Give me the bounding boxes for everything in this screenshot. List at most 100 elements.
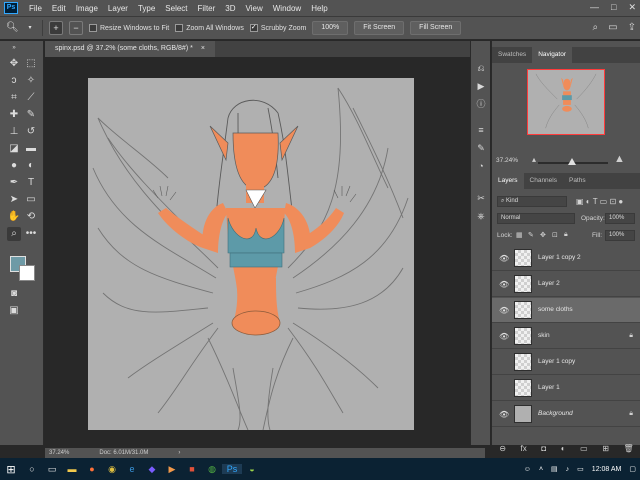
people-icon[interactable]: ☺ [524,466,531,473]
zoom-in-mountain-icon[interactable]: ▲ [614,153,625,165]
blend-mode-dropdown[interactable]: Normal [497,213,575,224]
app-icon[interactable]: ◒ [242,464,262,474]
add-mask-icon[interactable]: ◘ [541,444,546,453]
crop-tool-icon[interactable]: ⌗ [7,91,21,105]
menu-image[interactable]: Image [71,4,103,13]
menu-select[interactable]: Select [160,4,192,13]
game-icon[interactable]: ■ [182,464,202,474]
layer-name[interactable]: skin [538,332,550,339]
properties-icon[interactable]: ✂ [474,191,488,205]
opacity-input[interactable]: 100% [605,213,635,224]
lock-all-icon[interactable]: 🔒︎ [564,231,568,239]
slider-knob[interactable] [568,158,576,165]
share-icon[interactable]: ⇪ [628,22,636,33]
zoom-out-mountain-icon[interactable]: ▴ [532,155,536,164]
new-group-icon[interactable]: ▭ [580,444,588,453]
zoom-level[interactable]: 37.24% [49,450,69,456]
tab-paths[interactable]: Paths [563,173,592,189]
menu-filter[interactable]: Filter [193,4,221,13]
layer-thumbnail[interactable] [514,301,532,319]
clock[interactable]: 12:08 AM [592,466,622,473]
brush-settings-icon[interactable]: ✎ [474,141,488,155]
layer-name[interactable]: Layer 1 copy [538,358,575,365]
zoom-tool-icon[interactable]: 🔍︎ [6,22,19,34]
menu-type[interactable]: Type [133,4,160,13]
layer-thumbnail[interactable] [514,405,532,423]
task-view-icon[interactable]: ▭ [42,464,62,475]
actions-icon[interactable]: ▶ [474,79,488,93]
document-canvas[interactable] [88,78,414,430]
visibility-eye-icon[interactable]: 👁︎ [499,332,509,341]
history-icon[interactable]: ⎌ [474,61,488,75]
delete-layer-icon[interactable]: 🗑︎ [624,444,634,453]
maximize-button[interactable]: □ [611,2,616,13]
fill-screen-button[interactable]: Fill Screen [410,21,462,35]
menu-view[interactable]: View [241,4,268,13]
xbox-icon[interactable]: ◍ [202,464,222,475]
chrome-icon[interactable]: ◉ [102,464,122,475]
more-tools-icon[interactable]: ••• [24,227,38,241]
clone-stamp-icon[interactable]: ⊥ [7,125,21,139]
layer-row[interactable]: Layer 1 [492,376,640,401]
workspace-icon[interactable]: ▭ [608,22,617,33]
lock-move-icon[interactable]: ✥ [540,231,546,239]
collapse-icon[interactable]: » [7,41,21,55]
minimize-button[interactable]: — [590,2,599,13]
layer-name[interactable]: Layer 1 [538,384,560,391]
healing-brush-icon[interactable]: ✚ [7,108,21,122]
layer-row[interactable]: Layer 1 copy [492,350,640,375]
chevron-up-icon[interactable]: ˄ [539,466,543,473]
layer-name[interactable]: Background [538,410,573,417]
document-tab[interactable]: spinx.psd @ 37.2% (some cloths, RGB/8#) … [45,41,215,57]
new-layer-icon[interactable]: ⊞ [602,444,609,453]
menu-layer[interactable]: Layer [103,4,133,13]
layer-thumbnail[interactable] [514,275,532,293]
lasso-tool-icon[interactable]: ↄ [7,74,21,88]
scrubby-zoom-checkbox[interactable]: ✓ Scrubby Zoom [249,24,306,32]
fx-icon[interactable]: fx [521,444,527,453]
eyedropper-icon[interactable]: ⟋ [24,91,38,105]
keyboard-icon[interactable]: ▭ [577,465,584,473]
layer-name[interactable]: Layer 1 copy 2 [538,254,581,261]
magic-wand-icon[interactable]: ✧ [24,74,38,88]
menu-help[interactable]: Help [306,4,332,13]
app-icon[interactable]: ◆ [142,464,162,475]
marquee-tool-icon[interactable]: ⬚ [24,57,38,71]
adjustments-icon[interactable]: ≡ [474,123,488,137]
visibility-eye-icon[interactable]: 👁︎ [499,254,509,263]
visibility-eye-icon[interactable]: 👁︎ [499,410,509,419]
filter-icons[interactable]: ▣ ◐ T ▭ ⊡ ● [576,197,623,206]
photoshop-taskbar-icon[interactable]: Ps [222,464,242,474]
navigator-thumbnail[interactable] [527,69,605,135]
layer-thumbnail[interactable] [514,249,532,267]
menu-3d[interactable]: 3D [220,4,240,13]
menu-window[interactable]: Window [268,4,306,13]
layer-thumbnail[interactable] [514,327,532,345]
link-layers-icon[interactable]: ⊖ [499,444,506,453]
info-icon[interactable]: ⓘ [474,97,488,111]
pen-tool-icon[interactable]: ✒ [7,176,21,190]
edge-icon[interactable]: e [122,464,142,474]
search-icon[interactable]: ⌕ [593,22,599,33]
eraser-tool-icon[interactable]: ◪ [7,142,21,156]
layer-thumbnail[interactable] [514,353,532,371]
zoom-out-icon[interactable]: − [69,21,83,35]
layer-lock-icon[interactable]: 🔒︎ [629,332,633,340]
layer-row[interactable]: 👁︎ skin 🔒︎ [492,324,640,349]
background-color-swatch[interactable] [19,265,35,281]
menu-file[interactable]: File [24,4,47,13]
lock-paint-icon[interactable]: ✎ [528,231,534,239]
checkbox-box-checked[interactable]: ✓ [249,24,258,32]
tab-layers[interactable]: Layers [492,173,524,189]
tab-navigator[interactable]: Navigator [532,47,573,63]
move-tool-icon[interactable]: ✥ [7,57,21,71]
tab-channels[interactable]: Channels [524,173,563,189]
layer-row[interactable]: 👁︎ Background 🔒︎ [492,402,640,427]
visibility-eye-icon[interactable]: 👁︎ [499,306,509,315]
windows-start-icon[interactable]: ⊞ [0,463,22,476]
libraries-icon[interactable]: ⎈ [474,209,488,223]
lock-artboard-icon[interactable]: ⊡ [552,231,558,239]
volume-icon[interactable]: ♪ [566,466,570,473]
search-icon[interactable]: ○ [22,464,42,474]
lock-pixels-icon[interactable]: ▦ [516,231,523,239]
